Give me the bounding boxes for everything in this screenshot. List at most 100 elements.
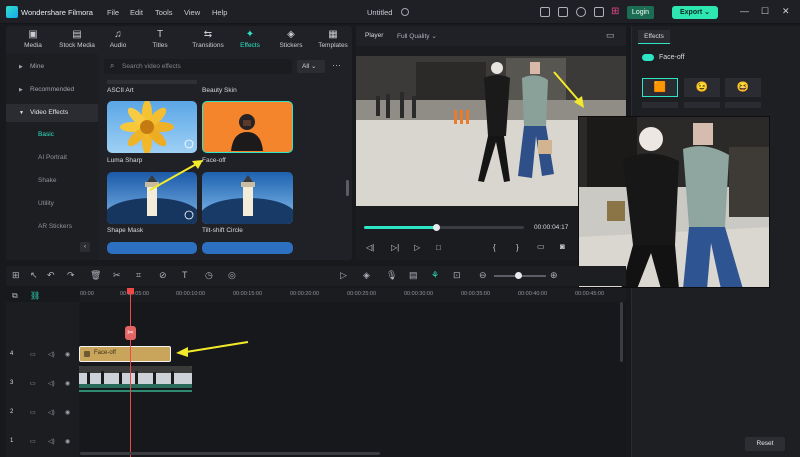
tab-effects-settings[interactable]: Effects xyxy=(638,30,670,44)
tab-templates[interactable]: ▦ Templates xyxy=(312,26,354,54)
eye-icon[interactable]: ◉ xyxy=(65,409,70,416)
eye-icon[interactable]: ◉ xyxy=(65,438,70,445)
text-icon[interactable]: T xyxy=(182,270,188,280)
minimize-icon[interactable]: — xyxy=(740,6,749,16)
close-icon[interactable]: ✕ xyxy=(782,6,790,17)
redo-icon[interactable]: ↷ xyxy=(67,270,75,281)
tab-audio[interactable]: ♫ Audio xyxy=(99,26,137,54)
tracks-scrollbar[interactable] xyxy=(620,302,623,362)
cart-icon[interactable]: ⊞ xyxy=(611,6,619,17)
login-button[interactable]: Login xyxy=(627,6,654,19)
sidebar-item-video-effects[interactable]: ▼ Video Effects xyxy=(6,104,98,122)
undo-icon[interactable]: ↶ xyxy=(47,270,55,281)
search-input[interactable]: ⌕ Search video effects xyxy=(104,59,292,74)
export-button[interactable]: Export ⌄ xyxy=(672,6,718,19)
tab-effects[interactable]: ✦ Effects xyxy=(231,26,269,54)
snapshot-icon[interactable]: ▭ xyxy=(606,30,615,41)
zoom-slider-knob[interactable] xyxy=(515,272,522,279)
mark-in-icon[interactable]: { xyxy=(493,243,496,252)
timer-icon[interactable]: ◷ xyxy=(205,270,213,281)
sidebar-item-shake[interactable]: Shake xyxy=(6,172,98,190)
eye-icon[interactable]: ◉ xyxy=(65,351,70,358)
add-track-icon[interactable]: ⧉ xyxy=(12,291,18,301)
effect-thumb-face-off[interactable] xyxy=(202,101,293,153)
reset-button[interactable]: Reset xyxy=(745,437,785,451)
zoom-in-icon[interactable]: ⊕ xyxy=(550,270,558,281)
subtitle-icon[interactable]: ▤ xyxy=(409,270,418,281)
eye-icon[interactable]: ◉ xyxy=(65,380,70,387)
stop-icon[interactable]: □ xyxy=(436,243,441,252)
more-icon[interactable]: ⋯ xyxy=(332,60,341,71)
menu-file[interactable]: File xyxy=(107,8,119,17)
playhead[interactable] xyxy=(130,288,131,457)
effect-thumb-tilt-shift-circle[interactable] xyxy=(202,172,293,224)
collapse-icon[interactable]: ‹ xyxy=(80,242,90,252)
audio-icon[interactable]: ◁) xyxy=(48,438,55,445)
tab-transitions[interactable]: ⇆ Transitions xyxy=(186,26,230,54)
effect-clip-face-off[interactable]: Face-off xyxy=(79,346,171,362)
mask-option-wink[interactable]: 😉 xyxy=(684,78,720,97)
quality-dropdown[interactable]: Full Quality ⌄ xyxy=(397,32,437,40)
cursor-icon[interactable]: ↖ xyxy=(30,270,38,281)
folder-icon[interactable]: ▭ xyxy=(30,380,36,387)
effect-thumb-luma-sharp[interactable] xyxy=(107,101,197,153)
filter-dropdown[interactable]: All ⌄ xyxy=(297,60,325,73)
folder-icon[interactable]: ▭ xyxy=(30,351,36,358)
mask-option-row2[interactable] xyxy=(642,102,678,108)
menu-tools[interactable]: Tools xyxy=(155,8,173,17)
video-clip[interactable] xyxy=(79,366,192,388)
link-icon[interactable]: ⛓ xyxy=(30,291,40,300)
maximize-icon[interactable]: ☐ xyxy=(761,6,769,17)
shield-icon[interactable]: ◈ xyxy=(363,270,370,281)
playhead-handle[interactable] xyxy=(127,288,134,294)
sidebar-item-ai-portrait[interactable]: AI Portrait xyxy=(6,149,98,167)
project-info-icon[interactable] xyxy=(401,8,409,16)
mask-option-row2[interactable] xyxy=(725,102,761,108)
audio-icon[interactable]: ◁) xyxy=(48,380,55,387)
folder-icon[interactable]: ▭ xyxy=(30,438,36,445)
tab-titles[interactable]: T Titles xyxy=(141,26,179,54)
tab-media[interactable]: ▣ Media xyxy=(14,26,52,54)
camera-icon[interactable]: ◙ xyxy=(560,242,565,251)
menu-view[interactable]: View xyxy=(184,8,200,17)
color-icon[interactable]: ⊘ xyxy=(159,270,167,281)
zoom-out-icon[interactable]: ⊖ xyxy=(479,270,487,281)
monitor-icon[interactable] xyxy=(540,7,550,17)
mark-out-icon[interactable]: } xyxy=(516,243,519,252)
menu-edit[interactable]: Edit xyxy=(130,8,143,17)
library-scrollbar[interactable] xyxy=(346,180,349,196)
mask-option-pixel[interactable]: 🟧 xyxy=(642,78,678,97)
split-icon[interactable]: ✂ xyxy=(113,270,121,281)
effect-thumb-partial[interactable] xyxy=(202,242,293,254)
audio-icon[interactable]: ◁) xyxy=(48,351,55,358)
marker-icon[interactable]: ⊡ xyxy=(453,270,461,281)
save-icon[interactable] xyxy=(558,7,568,17)
display-icon[interactable]: ▭ xyxy=(537,242,545,251)
sidebar-item-utility[interactable]: Utility xyxy=(6,195,98,213)
layout-icon[interactable]: ⊞ xyxy=(12,270,20,281)
settings-icon[interactable] xyxy=(594,7,604,17)
mic-icon[interactable]: 🎙 xyxy=(386,270,397,281)
step-back-icon[interactable]: ▷| xyxy=(391,243,399,252)
cloud-icon[interactable] xyxy=(576,7,586,17)
sidebar-item-ar-stickers[interactable]: AR Stickers xyxy=(6,218,98,236)
tab-stock-media[interactable]: ▤ Stock Media xyxy=(56,26,98,54)
ai-icon[interactable]: ◎ xyxy=(228,270,236,281)
timeline-ruler[interactable]: 00:00 00:00:05:00 00:00:10:00 00:00:15:0… xyxy=(80,288,626,302)
sidebar-item-basic[interactable]: Basic xyxy=(6,126,98,144)
folder-icon[interactable]: ▭ xyxy=(30,409,36,416)
crop-icon[interactable]: ⌗ xyxy=(136,270,141,281)
mask-option-laugh[interactable]: 😆 xyxy=(725,78,761,97)
tab-stickers[interactable]: ◈ Stickers xyxy=(272,26,310,54)
prev-frame-icon[interactable]: ◁| xyxy=(366,243,374,252)
snap-icon[interactable]: ⚘ xyxy=(431,270,439,281)
delete-icon[interactable]: 🗑 xyxy=(90,270,101,281)
mask-option-row2[interactable] xyxy=(684,102,720,108)
split-marker-icon[interactable]: ✂ xyxy=(125,326,136,340)
effect-thumb-partial[interactable] xyxy=(107,242,197,254)
player-scrubber[interactable] xyxy=(433,224,440,231)
audio-icon[interactable]: ◁) xyxy=(48,409,55,416)
render-icon[interactable]: ▷ xyxy=(340,270,347,281)
menu-help[interactable]: Help xyxy=(212,8,227,17)
timeline-scrollbar[interactable] xyxy=(80,452,380,455)
